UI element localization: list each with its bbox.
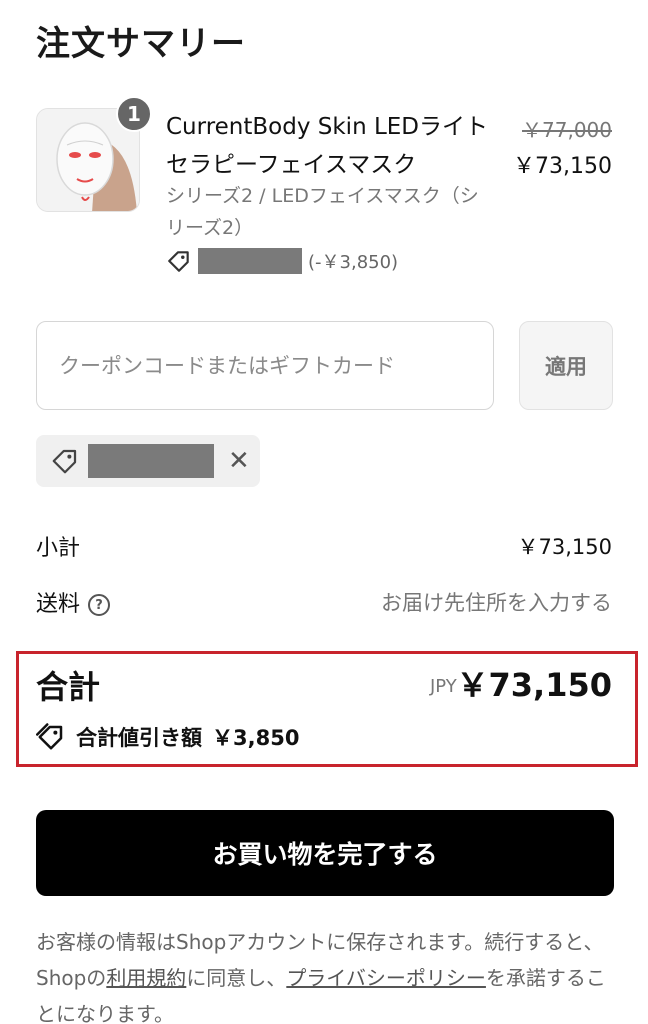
terms-link[interactable]: 利用規約	[106, 966, 186, 990]
shipping-row: 送料?	[36, 586, 111, 618]
legal-notice: お客様の情報はShopアカウントに保存されます。続行すると、Shopの利用規約に…	[36, 924, 616, 1024]
product-price: ￥73,150	[513, 154, 612, 179]
original-price: ￥77,000	[522, 118, 612, 142]
page-title: 注文サマリー	[36, 24, 246, 64]
tag-icon	[168, 251, 189, 272]
legal-text: に同意し、	[186, 966, 287, 990]
close-icon[interactable]: ✕	[228, 448, 250, 474]
subtotal-value: ￥73,150	[517, 535, 612, 559]
product-variant: シリーズ2 / LEDフェイスマスク（シリーズ2）	[166, 185, 479, 239]
complete-purchase-button[interactable]: お買い物を完了する	[36, 810, 614, 896]
shipping-label: 送料	[36, 592, 81, 617]
savings-label: 合計値引き額	[76, 726, 202, 750]
total-label: 合計	[36, 668, 101, 706]
product-discount: (-￥3,850)	[166, 246, 398, 276]
redacted-coupon-code	[88, 444, 214, 478]
subtotal-label: 小計	[36, 536, 81, 561]
tag-icon	[52, 449, 77, 474]
discount-tag-icon	[36, 723, 63, 750]
coupon-input[interactable]	[36, 321, 494, 410]
privacy-policy-link[interactable]: プライバシーポリシー	[286, 966, 486, 990]
help-icon[interactable]: ?	[88, 594, 111, 616]
total-value: ￥73,150	[456, 666, 613, 704]
apply-button[interactable]: 適用	[519, 321, 613, 410]
order-summary-page: 注文サマリー 1 CurrentBody Skin LEDライトセラピーフェイス…	[0, 0, 648, 1024]
total-savings: 合計値引き額 ￥3,850	[36, 722, 299, 752]
savings-value: ￥3,850	[212, 726, 300, 750]
redacted-discount-code	[198, 248, 302, 274]
applied-coupon-chip: ✕	[36, 435, 260, 487]
product-discount-amount: (-￥3,850)	[308, 252, 399, 273]
currency-code: JPY	[430, 676, 457, 697]
shipping-value: お届け先住所を入力する	[381, 591, 612, 615]
product-name: CurrentBody Skin LEDライトセラピーフェイスマスク	[166, 114, 489, 178]
quantity-badge: 1	[116, 96, 152, 132]
